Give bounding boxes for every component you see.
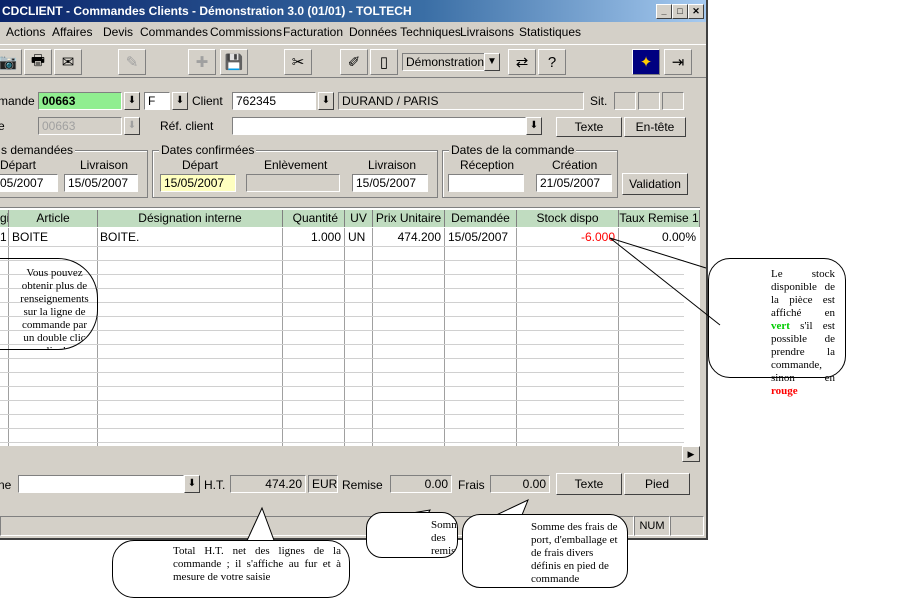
callout-remises: Somme des remises (366, 512, 458, 558)
callout-double-click: Vous pouvez obtenir plus de renseignemen… (0, 258, 98, 350)
callout-frais-text: Somme des frais de port, d'emballage et … (531, 521, 618, 585)
callout-remises-text: Somme des remises (431, 519, 457, 557)
callout-total-ht: Total H.T. net des lignes de la commande… (112, 540, 350, 598)
callout-frais: Somme des frais de port, d'emballage et … (462, 514, 628, 588)
callout-stock-text-1: Le stock disponible de la pièce est affi… (771, 268, 835, 319)
callout-double-click-text: Vous pouvez obtenir plus de renseignemen… (20, 267, 89, 349)
callout-stock: Le stock disponible de la pièce est affi… (708, 258, 846, 397)
callout-total-ht-text: Total H.T. net des lignes de la commande… (173, 545, 341, 583)
callout-stock-rouge: rouge (771, 385, 798, 397)
callout-stock-vert: vert (771, 320, 790, 332)
